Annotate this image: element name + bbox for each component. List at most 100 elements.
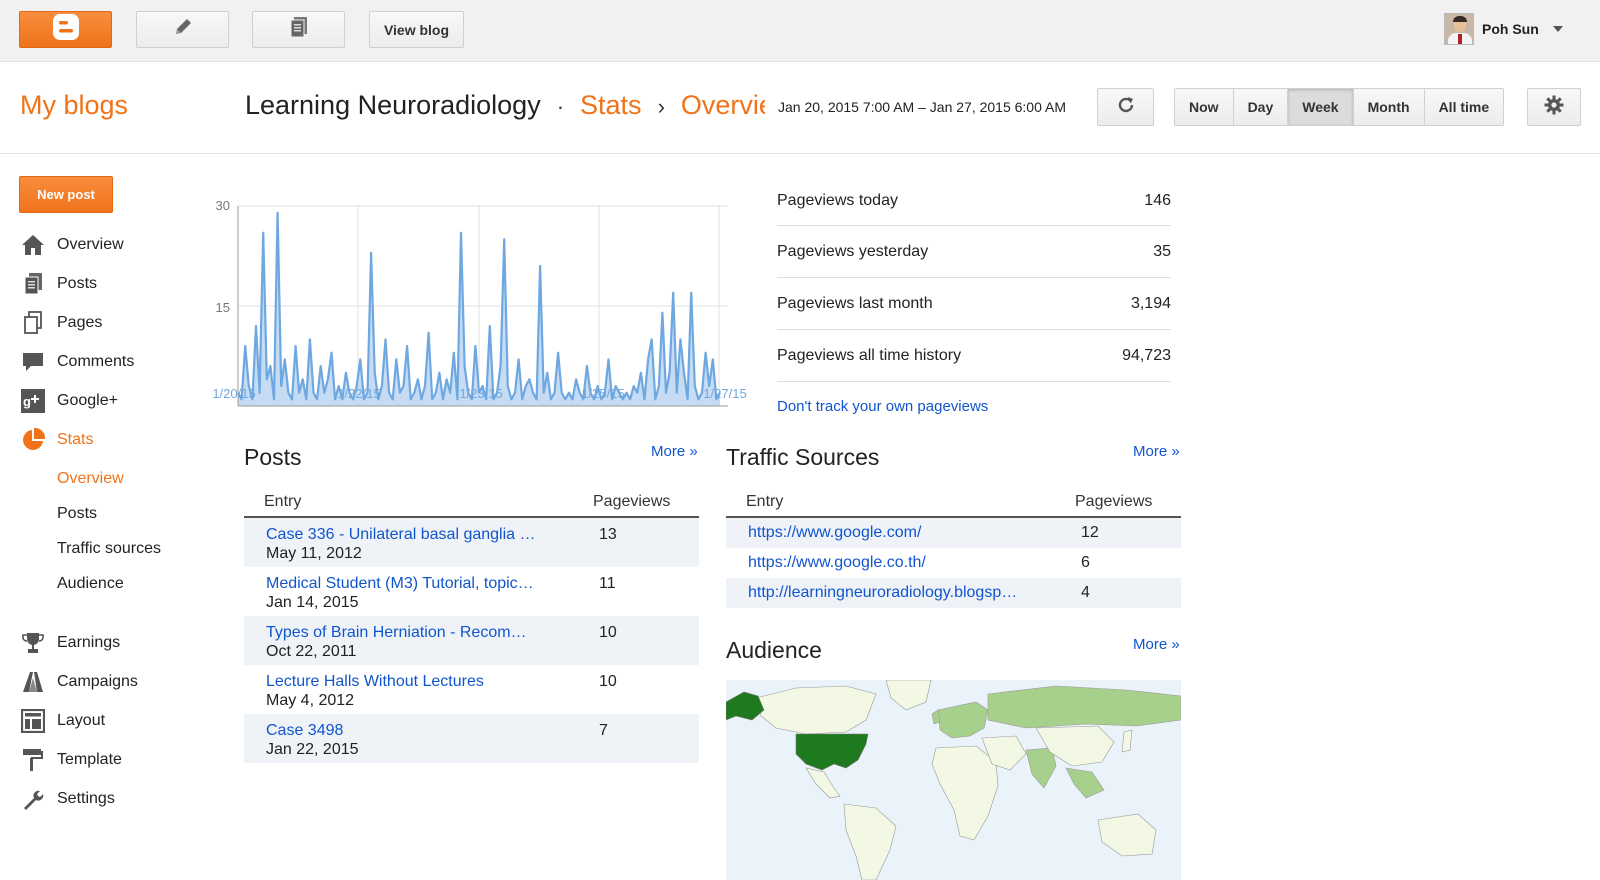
posts-more-link[interactable]: More »: [651, 443, 698, 460]
map-region-greenland: [885, 680, 932, 711]
sidebar-item-settings[interactable]: Settings: [19, 785, 115, 813]
table-row: Case 336 - Unilateral basal ganglia … May…: [244, 518, 699, 567]
map-region-usa: [795, 733, 869, 771]
post-title-link[interactable]: Medical Student (M3) Tutorial, topic…: [266, 575, 556, 593]
user-name: Poh Sun: [1482, 21, 1539, 37]
document-icon: [288, 15, 310, 44]
stats-sub-posts[interactable]: Posts: [57, 505, 97, 523]
source-url-link[interactable]: http://learningneuroradiology.blogsp…: [726, 584, 1081, 602]
chart-x-tick-label: 1/22/15: [337, 386, 380, 401]
sidebar-item-template[interactable]: Template: [19, 746, 122, 774]
traffic-rows: https://www.google.com/ 12 https://www.g…: [726, 518, 1181, 608]
column-pageviews: Pageviews: [593, 493, 671, 510]
pageview-stats: Pageviews today 146 Pageviews yesterday 35…: [777, 177, 1171, 382]
sidebar-item-pages[interactable]: Pages: [19, 309, 102, 337]
range-now-button[interactable]: Now: [1175, 89, 1234, 125]
source-views: 12: [1081, 524, 1099, 541]
table-row: Medical Student (M3) Tutorial, topic… Jan…: [244, 567, 699, 616]
post-views: 7: [599, 722, 608, 739]
map-region-india: [1025, 747, 1057, 789]
traffic-more-link[interactable]: More »: [1133, 443, 1180, 460]
sidebar-item-stats[interactable]: Stats: [19, 426, 93, 454]
stat-row: Pageviews all time history 94,723: [777, 330, 1171, 382]
my-blogs-link[interactable]: My blogs: [20, 90, 128, 121]
new-post-button[interactable]: New post: [19, 176, 113, 213]
post-views: 10: [599, 673, 617, 690]
post-title-link[interactable]: Lecture Halls Without Lectures: [266, 673, 556, 691]
sidebar-item-overview[interactable]: Overview: [19, 231, 124, 259]
gear-icon: [1543, 94, 1565, 121]
breadcrumb-stats[interactable]: Stats: [580, 90, 642, 121]
pageviews-chart: 30 15 1/20/15 1/22/15 1/23/15 1/25/15 1/…: [212, 198, 747, 407]
stats-sub-traffic-sources[interactable]: Traffic sources: [57, 540, 161, 558]
source-url-link[interactable]: https://www.google.com/: [726, 524, 1081, 542]
breadcrumb-overview: Overview: [680, 90, 765, 120]
post-date: Jan 22, 2015: [266, 741, 359, 758]
sidebar-item-campaigns[interactable]: Campaigns: [19, 668, 138, 696]
comment-icon: [19, 350, 47, 374]
stats-sub-overview[interactable]: Overview: [57, 470, 124, 488]
audience-world-map[interactable]: [726, 680, 1181, 880]
audience-more-link[interactable]: More »: [1133, 636, 1180, 653]
source-url-link[interactable]: https://www.google.co.th/: [726, 554, 1081, 572]
sidebar-item-layout[interactable]: Layout: [19, 707, 105, 735]
view-blog-button[interactable]: View blog: [369, 11, 464, 48]
column-entry: Entry: [264, 493, 302, 510]
stat-label: Pageviews yesterday: [777, 242, 929, 260]
stat-label: Pageviews last month: [777, 294, 933, 312]
sidebar-item-comments[interactable]: Comments: [19, 348, 134, 376]
sidebar-item-posts[interactable]: Posts: [19, 270, 97, 298]
post-views: 10: [599, 624, 617, 641]
posts-rows: Case 336 - Unilateral basal ganglia … May…: [244, 518, 699, 763]
post-title-link[interactable]: Case 336 - Unilateral basal ganglia …: [266, 526, 556, 544]
range-day-button[interactable]: Day: [1233, 89, 1289, 125]
traffic-section-title: Traffic Sources: [726, 444, 880, 470]
range-all-time-button[interactable]: All time: [1424, 89, 1504, 125]
sidebar-item-google-plus[interactable]: g Google+: [19, 387, 118, 415]
google-plus-icon: g: [19, 389, 47, 413]
stats-sub-audience[interactable]: Audience: [57, 575, 124, 593]
column-entry: Entry: [746, 493, 784, 510]
user-menu[interactable]: Poh Sun: [1444, 13, 1563, 45]
campaign-icon: [19, 670, 47, 694]
sidebar-item-label: Overview: [57, 236, 124, 253]
settings-button[interactable]: [1527, 88, 1581, 126]
range-month-button[interactable]: Month: [1353, 89, 1425, 125]
map-region-japan: [1121, 729, 1133, 753]
new-post-pencil-button[interactable]: [136, 11, 229, 48]
time-range-selector: Now Day Week Month All time: [1174, 88, 1505, 126]
chart-x-tick-label: 1/23/15: [459, 386, 502, 401]
posts-section-title: Posts: [244, 444, 302, 470]
stat-label: Pageviews today: [777, 192, 898, 209]
table-row: Types of Brain Herniation - Recom… Oct 22…: [244, 616, 699, 665]
pages-icon: [19, 311, 47, 335]
dont-track-link[interactable]: Don't track your own pageviews: [777, 398, 988, 415]
traffic-table: Entry Pageviews https://www.google.com/ …: [726, 488, 1181, 608]
range-week-button[interactable]: Week: [1288, 89, 1354, 125]
chart-x-tick-label: 1/25/15: [581, 386, 624, 401]
table-row: Case 3498 Jan 22, 2015 7: [244, 714, 699, 763]
posts-list-button[interactable]: [252, 11, 345, 48]
sidebar-item-earnings[interactable]: Earnings: [19, 629, 120, 657]
post-title-link[interactable]: Types of Brain Herniation - Recom…: [266, 624, 556, 642]
svg-text:g: g: [23, 394, 31, 409]
chart-x-tick-label: 1/27/15: [703, 386, 746, 401]
blogger-icon: [51, 13, 81, 46]
column-pageviews: Pageviews: [1075, 493, 1153, 510]
post-title-link[interactable]: Case 3498: [266, 722, 556, 740]
map-region-africa: [931, 745, 999, 841]
trophy-icon: [19, 631, 47, 655]
post-date: May 11, 2012: [266, 545, 362, 562]
breadcrumb-separator: ›: [657, 94, 665, 119]
pie-chart-icon: [19, 428, 47, 452]
stat-row: Pageviews yesterday 35: [777, 226, 1171, 278]
refresh-button[interactable]: [1097, 88, 1154, 126]
chart-y-tick-label: 15: [216, 300, 230, 315]
posts-table: Entry Pageviews Case 336 - Unilateral ba…: [244, 488, 699, 763]
chevron-down-icon: [1552, 26, 1563, 32]
post-date: Oct 22, 2011: [266, 643, 357, 660]
sidebar-item-label: Campaigns: [57, 673, 138, 690]
table-row: https://www.google.com/ 12: [726, 518, 1181, 548]
sidebar-item-label: Google+: [57, 392, 118, 409]
blogger-home-button[interactable]: [19, 11, 112, 48]
